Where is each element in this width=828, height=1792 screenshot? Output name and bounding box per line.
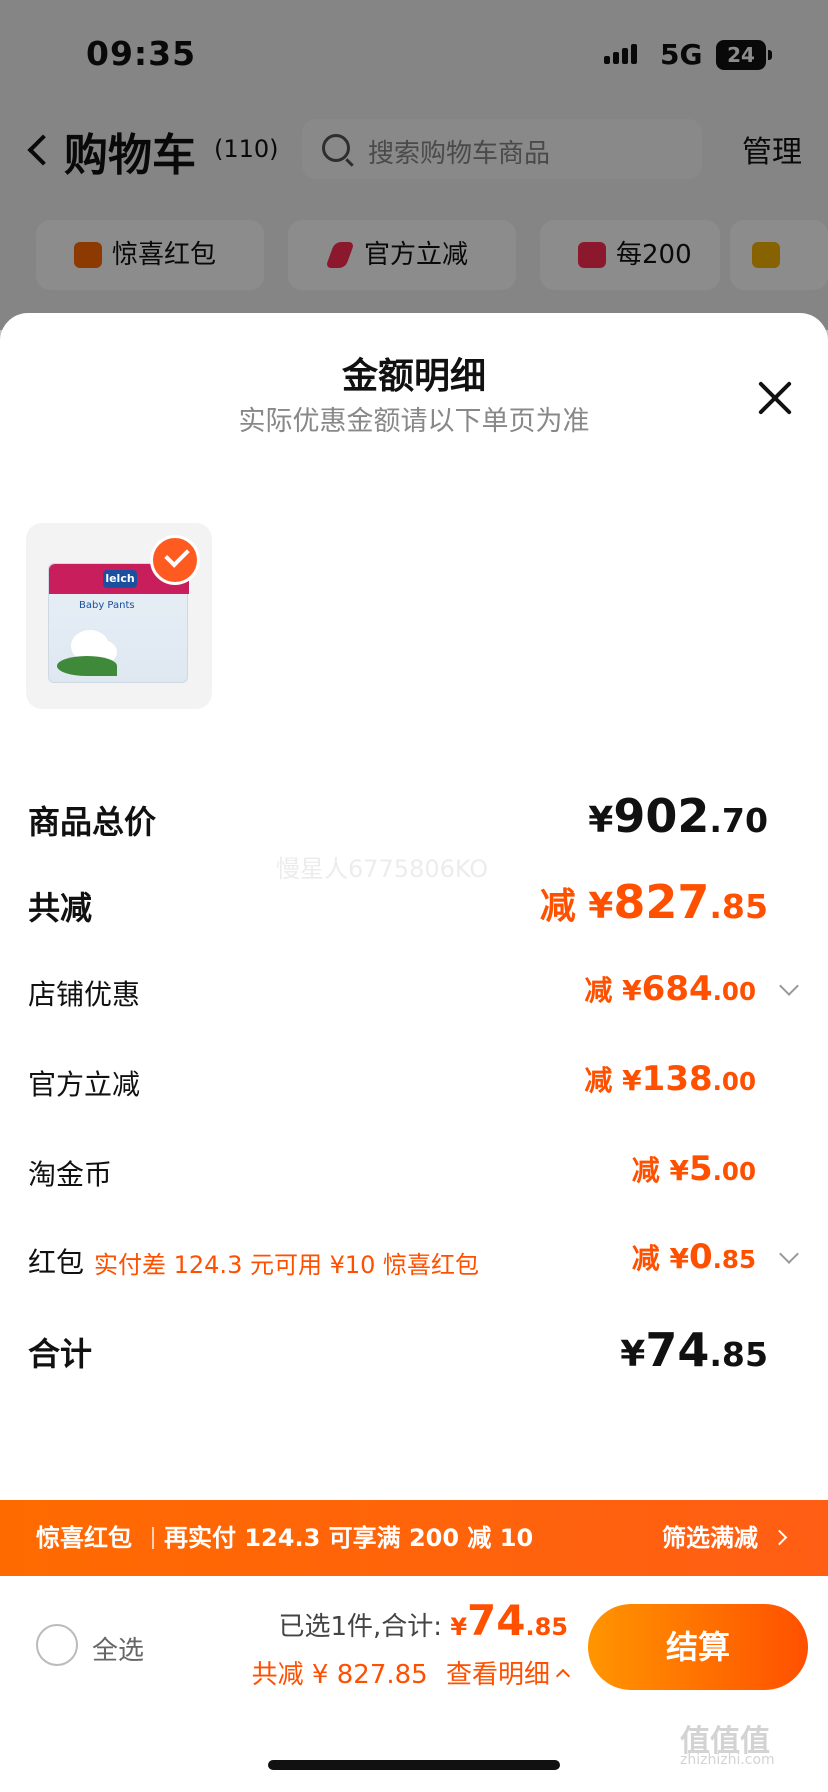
row-label: 官方立减 (28, 1068, 141, 1101)
total-price-value: ¥902.70 (588, 789, 768, 843)
row-label: 淘金币 (28, 1158, 113, 1191)
sheet-subtitle: 实际优惠金额请以下单页为准 (238, 406, 590, 437)
store-discount-value: 减 ¥684.00 (584, 969, 756, 1009)
chevron-up-icon[interactable] (555, 1668, 571, 1684)
selection-summary: 已选1件,合计: ¥74.85 (278, 1596, 568, 1645)
official-discount-value: 减 ¥138.00 (584, 1059, 756, 1099)
row-total-price: 商品总价 ¥902.70 (0, 789, 828, 849)
row-total-discount: 共减 减 ¥827.85 (0, 875, 828, 935)
checkout-button[interactable]: 结算 (588, 1604, 808, 1690)
home-indicator (268, 1760, 560, 1770)
row-taojinbi: 淘金币 减 ¥5.00 (0, 1147, 828, 1197)
row-label: 商品总价 (28, 803, 157, 841)
promo-divider (152, 1527, 154, 1549)
checkout-bar: 全选 已选1件,合计: ¥74.85 共减 ¥ 827.85 查看明细 结算 值… (0, 1576, 828, 1792)
filter-discount-link[interactable]: 筛选满减 (662, 1500, 758, 1576)
taojinbi-value: 减 ¥5.00 (631, 1149, 756, 1189)
site-watermark-url: zhizhizhi.com (680, 1752, 775, 1768)
discount-detail-line: 共减 ¥ 827.85 查看明细 (251, 1654, 571, 1691)
red-packet-value: 减 ¥0.85 (631, 1237, 756, 1277)
chevron-down-icon[interactable] (779, 1244, 799, 1264)
promo-message: 再实付 124.3 可享满 200 减 10 (164, 1524, 534, 1552)
row-label: 共减 (28, 889, 93, 927)
promo-bar: 惊喜红包 再实付 124.3 可享满 200 减 10 筛选满减 (0, 1500, 828, 1576)
row-label: 红包 (28, 1246, 85, 1279)
row-red-packet[interactable]: 红包 实付差 124.3 元可用 ¥10 惊喜红包 减 ¥0.85 (0, 1235, 828, 1285)
row-label: 店铺优惠 (28, 978, 141, 1011)
subtotal-value: ¥74.85 (620, 1323, 768, 1377)
row-official-discount: 官方立减 减 ¥138.00 (0, 1057, 828, 1107)
selected-check-icon[interactable] (150, 535, 200, 585)
close-icon[interactable] (756, 379, 794, 417)
selected-count-text: 已选1件,合计: (278, 1612, 443, 1642)
row-store-discount[interactable]: 店铺优惠 减 ¥684.00 (0, 967, 828, 1017)
total-amount: ¥74.85 (450, 1596, 568, 1645)
red-packet-note: 实付差 124.3 元可用 ¥10 惊喜红包 (94, 1251, 480, 1279)
row-subtotal: 合计 ¥74.85 (0, 1323, 828, 1383)
chevron-right-icon[interactable] (771, 1529, 788, 1546)
select-all-label[interactable]: 全选 (92, 1630, 144, 1667)
chevron-down-icon[interactable] (779, 976, 799, 996)
select-all-radio[interactable] (36, 1624, 78, 1666)
row-label: 合计 (28, 1335, 93, 1373)
sheet-title: 金额明细 (341, 356, 486, 397)
view-detail-link[interactable]: 查看明细 (446, 1660, 550, 1690)
total-discount-value: 减 ¥827.85 (539, 875, 768, 929)
discount-total-text: 共减 ¥ 827.85 (251, 1660, 428, 1690)
overlay-dim (0, 0, 828, 330)
promo-title: 惊喜红包 (36, 1524, 132, 1552)
